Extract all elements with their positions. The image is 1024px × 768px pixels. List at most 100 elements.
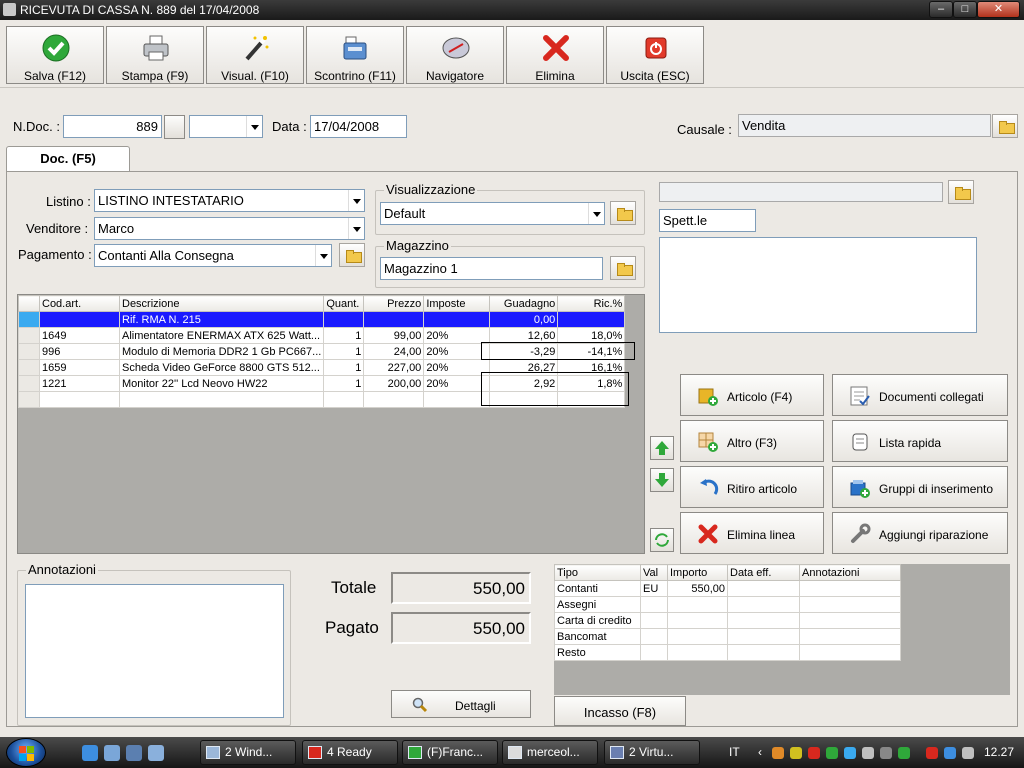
grid-cell[interactable] (39, 391, 120, 408)
col-quant[interactable]: Quant. (323, 295, 365, 312)
tray-icon[interactable] (826, 747, 838, 759)
grid-cell[interactable]: Alimentatore ENERMAX ATX 625 Watt... (118, 327, 325, 344)
move-up-button[interactable] (650, 436, 674, 460)
payment-row[interactable]: Contanti EU 550,00 (554, 580, 901, 597)
grid-cell[interactable]: 996 (39, 343, 120, 360)
grid-cell[interactable] (423, 391, 491, 408)
payment-cell[interactable] (727, 580, 800, 597)
tray-icon[interactable] (880, 747, 892, 759)
listino-select[interactable]: LISTINO INTESTATARIO (94, 189, 365, 212)
row-indicator[interactable] (18, 327, 40, 344)
date-input[interactable]: 17/04/2008 (310, 115, 407, 138)
grid-cell[interactable]: Rif. RMA N. 215 (118, 311, 325, 328)
view-button[interactable]: Visual. (F10) (206, 26, 304, 84)
grid-cell[interactable]: 200,00 (363, 375, 425, 392)
ndoc-input[interactable]: 889 (63, 115, 162, 138)
aggiungi-riparazione-button[interactable]: Aggiungi riparazione (832, 512, 1008, 554)
incasso-button[interactable]: Incasso (F8) (554, 696, 686, 726)
row-indicator[interactable] (18, 391, 40, 408)
cliente-input[interactable] (659, 182, 943, 202)
cliente-folder-button[interactable] (948, 180, 974, 204)
documenti-collegati-button[interactable]: Documenti collegati (832, 374, 1008, 416)
grid-cell[interactable]: Scheda Video GeForce 8800 GTS 512... (118, 359, 325, 376)
pay-col-val[interactable]: Val (640, 564, 668, 581)
ndoc-series-select[interactable] (189, 115, 263, 138)
close-button[interactable]: ✕ (977, 1, 1020, 18)
payment-cell[interactable]: Assegni (554, 596, 641, 613)
dettagli-button[interactable]: Dettagli (391, 690, 531, 718)
lista-rapida-button[interactable]: Lista rapida (832, 420, 1008, 462)
grid-cell[interactable]: Monitor 22'' Lcd Neovo HW22 (118, 375, 325, 392)
payment-row[interactable]: Bancomat (554, 628, 901, 645)
payment-cell[interactable] (799, 644, 901, 661)
pagamento-select[interactable]: Contanti Alla Consegna (94, 244, 332, 267)
payment-cell[interactable] (667, 596, 728, 613)
tray-icon[interactable] (898, 747, 910, 759)
col-imposte[interactable]: Imposte (423, 295, 491, 312)
col-cod-art[interactable]: Cod.art. (39, 295, 120, 312)
grid-cell[interactable] (363, 311, 425, 328)
col-ric[interactable]: Ric.% (557, 295, 626, 312)
payment-cell[interactable] (727, 644, 800, 661)
explorer-icon[interactable] (104, 745, 120, 761)
col-descrizione[interactable]: Descrizione (118, 295, 325, 312)
grid-cell[interactable]: 1 (323, 375, 365, 392)
grid-cell[interactable] (557, 311, 626, 328)
grid-cell[interactable]: 20% (423, 359, 491, 376)
payment-cell[interactable]: EU (640, 580, 668, 597)
payment-cell[interactable] (640, 612, 668, 629)
spett-input[interactable]: Spett.le (659, 209, 756, 232)
payment-cell[interactable]: 550,00 (667, 580, 728, 597)
visualizzazione-folder-button[interactable] (610, 201, 636, 225)
payment-cell[interactable] (799, 612, 901, 629)
grid-cell[interactable] (118, 391, 325, 408)
venditore-select[interactable]: Marco (94, 217, 365, 240)
pay-col-data-eff[interactable]: Data eff. (727, 564, 800, 581)
move-down-button[interactable] (650, 468, 674, 492)
row-indicator[interactable] (18, 311, 40, 328)
clock[interactable]: 12.27 (984, 745, 1014, 759)
start-button[interactable] (6, 738, 46, 767)
payment-cell[interactable] (799, 580, 901, 597)
grid-cell[interactable] (323, 391, 365, 408)
tray-icon[interactable] (926, 747, 938, 759)
language-indicator[interactable]: IT (729, 745, 740, 759)
pagamento-folder-button[interactable] (339, 243, 365, 267)
switch-windows-icon[interactable] (148, 745, 164, 761)
grid-cell[interactable]: 20% (423, 343, 491, 360)
altro-button[interactable]: Altro (F3) (680, 420, 824, 462)
payment-cell[interactable] (667, 612, 728, 629)
payment-cell[interactable] (799, 596, 901, 613)
row-indicator[interactable] (18, 343, 40, 360)
ie-icon[interactable] (82, 745, 98, 761)
col-prezzo[interactable]: Prezzo (363, 295, 425, 312)
print-button[interactable]: Stampa (F9) (106, 26, 204, 84)
payment-row[interactable]: Carta di credito (554, 612, 901, 629)
receipt-button[interactable]: Scontrino (F11) (306, 26, 404, 84)
delete-button[interactable]: Elimina (506, 26, 604, 84)
elimina-linea-button[interactable]: Elimina linea (680, 512, 824, 554)
payment-row[interactable]: Resto (554, 644, 901, 661)
payment-cell[interactable] (727, 596, 800, 613)
network-icon[interactable] (944, 747, 956, 759)
payment-cell[interactable]: Bancomat (554, 628, 641, 645)
grid-cell[interactable]: Modulo di Memoria DDR2 1 Gb PC667... (118, 343, 325, 360)
address-textarea[interactable] (659, 237, 977, 333)
articolo-button[interactable]: Articolo (F4) (680, 374, 824, 416)
grid-cell[interactable]: 1221 (39, 375, 120, 392)
gruppi-inserimento-button[interactable]: Gruppi di inserimento (832, 466, 1008, 508)
payment-cell[interactable] (727, 612, 800, 629)
pay-col-importo[interactable]: Importo (667, 564, 728, 581)
grid-cell[interactable]: 24,00 (363, 343, 425, 360)
task-ready[interactable]: 4 Ready (302, 740, 398, 765)
grid-cell[interactable] (423, 311, 491, 328)
grid-cell[interactable]: 99,00 (363, 327, 425, 344)
tray-icon[interactable] (862, 747, 874, 759)
pay-col-annotazioni[interactable]: Annotazioni (799, 564, 901, 581)
grid-cell[interactable]: 1659 (39, 359, 120, 376)
minimize-button[interactable]: – (929, 1, 953, 18)
row-indicator[interactable] (18, 375, 40, 392)
grid-cell[interactable]: 1 (323, 359, 365, 376)
grid-cell[interactable]: 1 (323, 343, 365, 360)
grid-cell[interactable]: 20% (423, 327, 491, 344)
